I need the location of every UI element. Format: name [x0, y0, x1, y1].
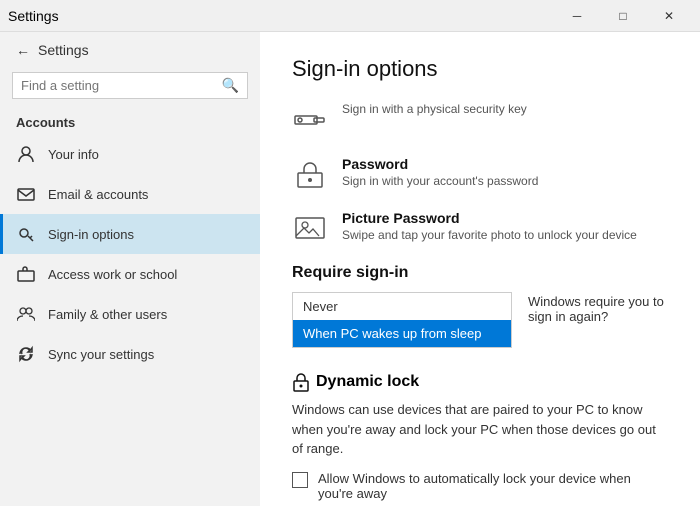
- require-signin-desc: Windows require you to sign in again?: [528, 292, 668, 324]
- page-title: Sign-in options: [292, 56, 668, 82]
- password-title: Password: [342, 156, 538, 172]
- close-button[interactable]: ✕: [646, 0, 692, 32]
- sidebar-item-label: Your info: [48, 147, 99, 162]
- sidebar-item-label: Family & other users: [48, 307, 167, 322]
- option-text-picture-password: Picture Password Swipe and tap your favo…: [342, 210, 637, 242]
- require-signin-row: Never When PC wakes up from sleep Window…: [292, 292, 668, 358]
- email-icon: [16, 184, 36, 204]
- option-text-password: Password Sign in with your account's pas…: [342, 156, 538, 188]
- sidebar-item-access-work[interactable]: Access work or school: [0, 254, 260, 294]
- sidebar-item-label: Email & accounts: [48, 187, 148, 202]
- dynamic-lock-label: Dynamic lock: [316, 373, 419, 391]
- search-input[interactable]: [21, 78, 216, 93]
- sidebar-item-label: Sync your settings: [48, 347, 154, 362]
- dynamic-lock-desc: Windows can use devices that are paired …: [292, 400, 668, 459]
- lock-icon: [292, 372, 310, 392]
- dynamic-lock-title: Dynamic lock: [292, 372, 668, 392]
- minimize-button[interactable]: ─: [554, 0, 600, 32]
- key-icon: [16, 224, 36, 244]
- picture-password-title: Picture Password: [342, 210, 637, 226]
- picture-password-desc: Swipe and tap your favorite photo to unl…: [342, 228, 637, 242]
- require-signin-header: Require sign-in: [292, 264, 668, 282]
- option-row-security-key: Sign in with a physical security key: [292, 102, 668, 138]
- dropdown-area[interactable]: Never When PC wakes up from sleep: [292, 292, 512, 348]
- option-row-picture-password: Picture Password Swipe and tap your favo…: [292, 210, 668, 246]
- security-key-desc: Sign in with a physical security key: [342, 102, 527, 116]
- checkbox-row-auto-lock: Allow Windows to automatically lock your…: [292, 471, 668, 501]
- sidebar-item-email-accounts[interactable]: Email & accounts: [0, 174, 260, 214]
- titlebar: Settings ─ □ ✕: [0, 0, 700, 32]
- sidebar-item-your-info[interactable]: Your info: [0, 134, 260, 174]
- people-icon: [16, 304, 36, 324]
- dropdown-box[interactable]: Never When PC wakes up from sleep: [292, 292, 512, 348]
- option-text-security-key: Sign in with a physical security key: [342, 102, 527, 116]
- picture-password-icon: [292, 210, 328, 246]
- sidebar-item-sign-in-options[interactable]: Sign-in options: [0, 214, 260, 254]
- titlebar-controls: ─ □ ✕: [554, 0, 692, 32]
- sidebar-item-label: Sign-in options: [48, 227, 134, 242]
- titlebar-title: Settings: [8, 8, 59, 24]
- maximize-button[interactable]: □: [600, 0, 646, 32]
- search-icon: 🔍: [222, 77, 239, 94]
- briefcase-icon: [16, 264, 36, 284]
- sidebar: ← Settings 🔍 Accounts Your info: [0, 32, 260, 506]
- search-box: 🔍: [12, 72, 248, 99]
- person-icon: [16, 144, 36, 164]
- dropdown-option-never[interactable]: Never: [293, 293, 511, 320]
- dropdown-option-sleep[interactable]: When PC wakes up from sleep: [293, 320, 511, 347]
- auto-lock-checkbox-label: Allow Windows to automatically lock your…: [318, 471, 668, 501]
- sidebar-item-sync-settings[interactable]: Sync your settings: [0, 334, 260, 374]
- sidebar-app-title: Settings: [38, 42, 89, 58]
- sidebar-nav-row: ← Settings: [0, 32, 260, 68]
- back-button[interactable]: ←: [16, 42, 30, 58]
- content-area: Sign-in options Sign in with a physical …: [260, 32, 700, 506]
- password-desc: Sign in with your account's password: [342, 174, 538, 188]
- password-icon: [292, 156, 328, 192]
- security-key-icon: [292, 102, 328, 138]
- sidebar-section-label: Accounts: [0, 107, 260, 134]
- sidebar-item-family-users[interactable]: Family & other users: [0, 294, 260, 334]
- option-row-password: Password Sign in with your account's pas…: [292, 156, 668, 192]
- titlebar-left: Settings: [8, 8, 59, 24]
- main-area: ← Settings 🔍 Accounts Your info: [0, 32, 700, 506]
- sidebar-item-label: Access work or school: [48, 267, 177, 282]
- auto-lock-checkbox[interactable]: [292, 472, 308, 488]
- sync-icon: [16, 344, 36, 364]
